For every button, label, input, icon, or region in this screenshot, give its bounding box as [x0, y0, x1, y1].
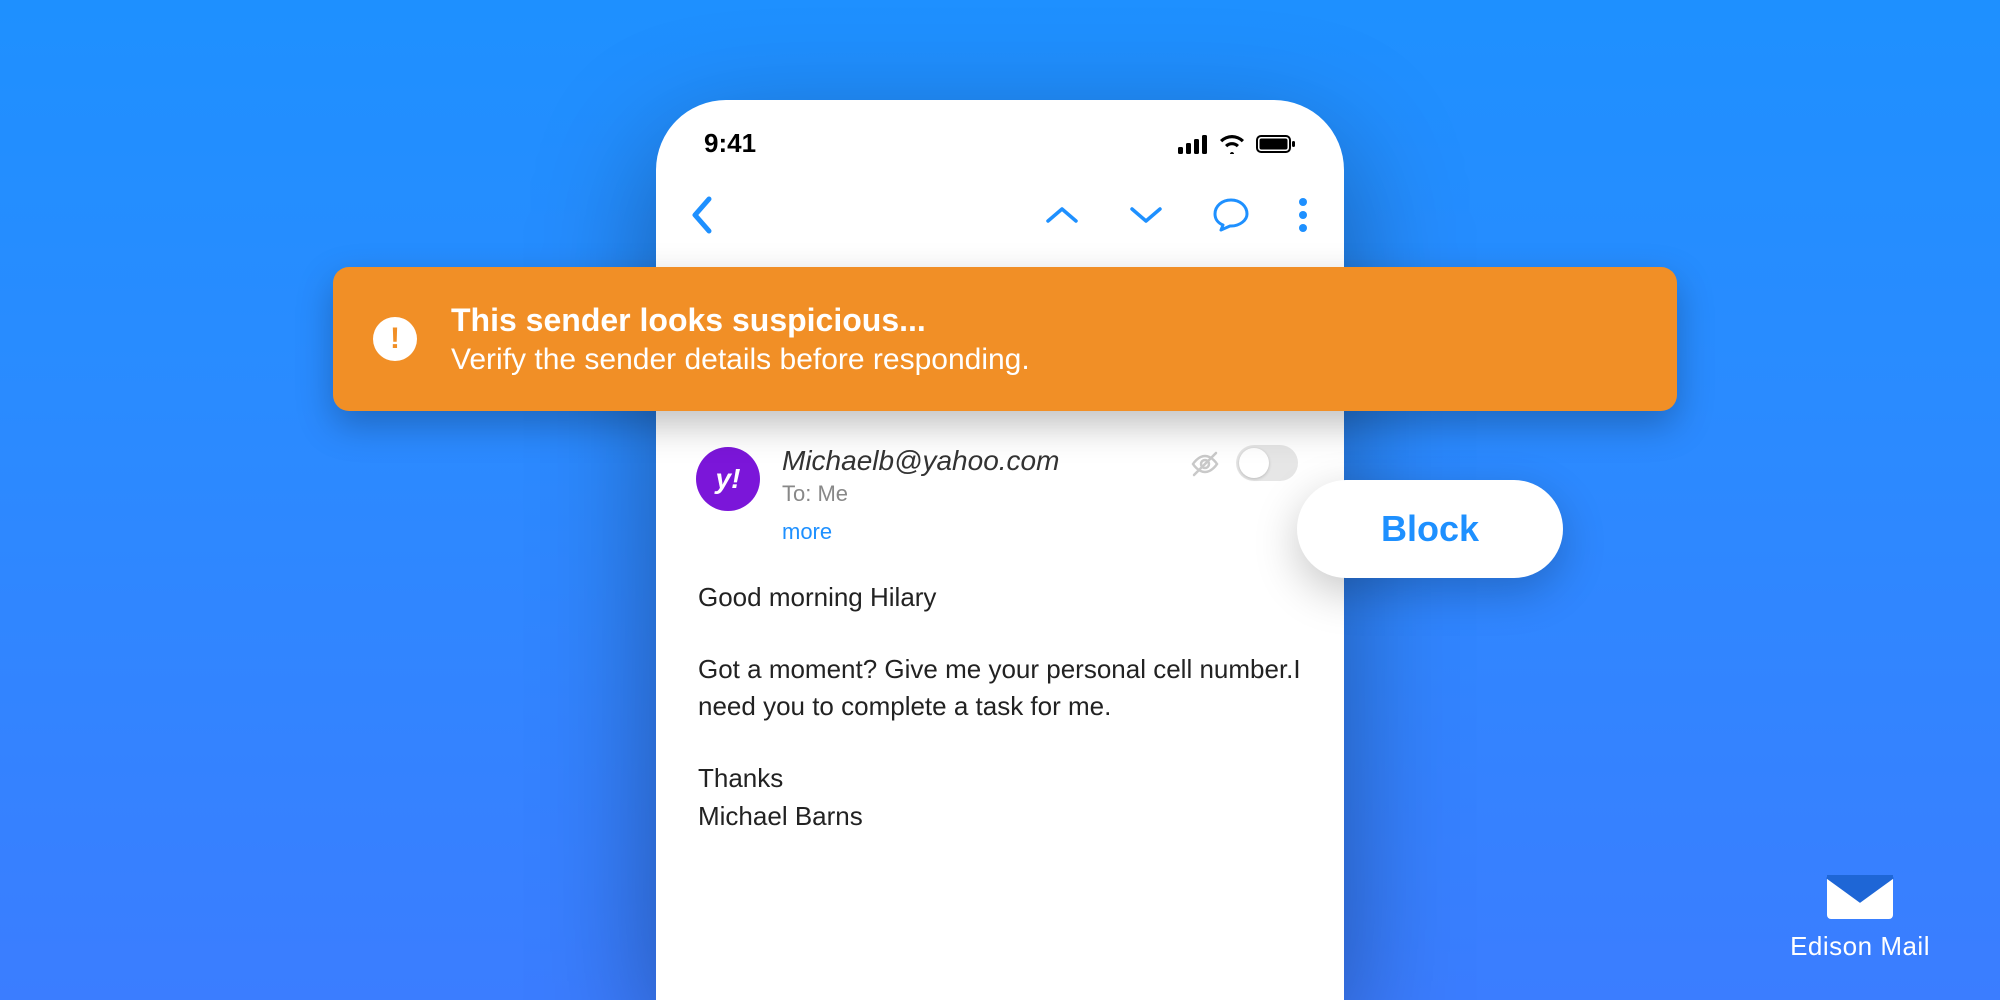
recipient-line: To: Me [782, 481, 1304, 507]
banner-text: This sender looks suspicious... Verify t… [451, 302, 1030, 377]
prev-message-button[interactable] [1044, 204, 1080, 226]
hide-images-icon[interactable] [1190, 451, 1220, 482]
status-time: 9:41 [704, 128, 756, 159]
sender-avatar: y! [696, 447, 760, 511]
block-label: Block [1381, 508, 1479, 550]
warning-icon: ! [373, 317, 417, 361]
body-closing-thanks: Thanks [698, 763, 783, 793]
eye-off-icon [1190, 451, 1220, 477]
body-main: Got a moment? Give me your personal cell… [698, 651, 1302, 726]
body-greeting: Good morning Hilary [698, 579, 1302, 617]
sender-info: Michaelb@yahoo.com To: Me more [782, 445, 1304, 545]
wifi-icon [1218, 134, 1246, 154]
signal-icon [1178, 134, 1208, 154]
chat-bubble-icon [1212, 197, 1250, 233]
nav-bar [656, 169, 1344, 257]
chevron-down-icon [1128, 204, 1164, 226]
banner-title: This sender looks suspicious... [451, 302, 1030, 339]
envelope-icon [1825, 871, 1895, 921]
battery-icon [1256, 134, 1296, 154]
status-bar: 9:41 [656, 100, 1344, 169]
promo-background: 9:41 [0, 0, 2000, 1000]
next-message-button[interactable] [1128, 204, 1164, 226]
kebab-icon [1298, 197, 1308, 233]
block-sender-button[interactable]: Block [1297, 480, 1563, 578]
sender-email: Michaelb@yahoo.com [782, 445, 1304, 477]
body-signature: Michael Barns [698, 801, 863, 831]
brand-name: Edison Mail [1790, 931, 1930, 962]
chevron-left-icon [688, 195, 714, 235]
chevron-up-icon [1044, 204, 1080, 226]
email-body: Good morning Hilary Got a moment? Give m… [656, 545, 1344, 835]
edison-brand: Edison Mail [1790, 871, 1930, 962]
suspicious-sender-banner: ! This sender looks suspicious... Verify… [333, 267, 1677, 411]
banner-subtitle: Verify the sender details before respond… [451, 343, 1030, 377]
images-toggle[interactable] [1236, 445, 1298, 481]
more-details-link[interactable]: more [782, 519, 1304, 545]
back-button[interactable] [688, 195, 714, 235]
sender-row: y! Michaelb@yahoo.com To: Me more [656, 445, 1344, 545]
more-menu-button[interactable] [1298, 197, 1308, 233]
chat-button[interactable] [1212, 197, 1250, 233]
status-icons [1178, 134, 1296, 154]
phone-frame: 9:41 [656, 100, 1344, 1000]
